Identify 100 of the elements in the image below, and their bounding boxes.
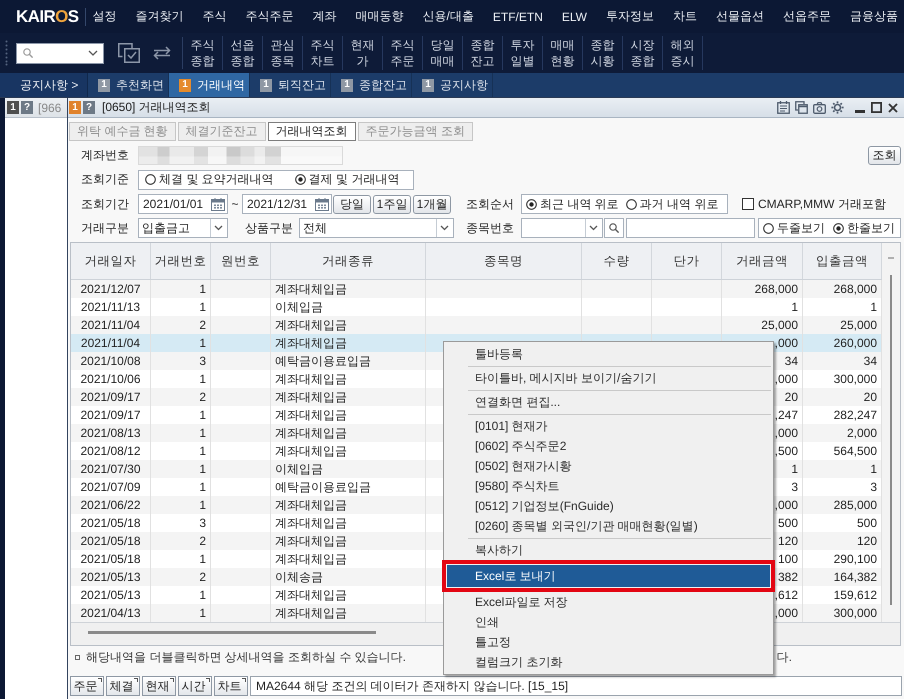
field-label: 계좌번호 [81,147,130,164]
table-cell: 2021/04/13 [80,606,141,620]
number-badge: 1 [341,78,353,92]
number-badge: 1 [69,101,81,114]
table-cell: ,000 [774,336,798,350]
table-cell: 3 [791,480,798,494]
range-separator: ~ [230,197,240,211]
table-cell: 1 [199,498,206,512]
table-cell: 이체송금 [275,568,323,586]
table-cell: 2021/08/13 [80,426,141,440]
table-cell: 1 [791,300,798,314]
column-header: 입출금액 [816,252,868,270]
table-cell: 2021/07/30 [80,462,141,476]
table-cell: 계좌대체입금 [275,532,347,550]
table-cell: 120 [778,534,798,548]
table-cell: 2 [199,570,206,584]
table-cell: 2021/05/18 [80,516,141,530]
table-cell: 계좌대체입금 [275,388,347,406]
table-cell: 2021/05/18 [80,552,141,566]
table-cell: 1 [791,462,798,476]
table-cell: 282,247 [834,408,877,422]
table-cell: 2021/11/04 [80,336,140,350]
column-header: 수량 [604,252,630,270]
table-cell: 20 [784,390,798,404]
table-cell: 1 [199,336,206,350]
table-cell: 2021/10/06 [80,372,141,386]
field-label: 종목번호 [466,220,515,236]
field-label: 조회기준 [81,171,130,188]
table-cell: 300,000 [834,372,877,386]
table-cell: 예탁금이용료입금 [275,352,371,370]
table-cell: 20 [864,390,877,404]
table-cell: 1 [199,282,206,296]
table-cell: 2021/11/13 [80,300,140,314]
table-cell: 2021/10/08 [80,354,141,368]
table-cell: 25,000 [761,318,798,332]
table-cell: 계좌대체입금 [275,442,347,460]
number-badge: 1 [98,78,110,92]
message-field: MA2644 해당 조건의 데이터가 존재하지 않습니다. [15_15] [250,676,902,696]
table-cell: 260,000 [834,336,877,350]
table-cell: ,000 [774,372,798,386]
window-title: [966 [38,100,62,114]
table-cell: 2021/05/13 [80,588,141,602]
table-cell: 예탁금이용료입금 [275,478,371,496]
table-cell: 500 [778,516,798,530]
table-cell: ,000 [774,606,798,620]
table-cell: 2 [199,534,206,548]
column-header: 단가 [674,252,700,270]
table-cell: 3 [199,354,206,368]
table-cell: 500 [856,516,877,530]
table-cell: ,000 [774,498,798,512]
table-cell: 268,000 [834,282,877,296]
table-cell: 2021/05/13 [80,570,141,584]
field-label: 상품구분 [245,220,294,236]
table-cell: 2021/09/17 [80,390,141,404]
table-cell: 계좌대체입금 [275,550,347,568]
table-cell: 2021/09/17 [80,408,141,422]
field-label: 거래구분 [81,220,130,236]
table-cell: 계좌대체입금 [275,514,347,532]
table-cell: 564,500 [834,444,877,458]
table-cell: 290,100 [834,552,877,566]
hint-text: 해당내역을 더블클릭하면 상세내역을 조회하실 수 있습니다. [86,648,406,666]
table-cell: 100 [778,552,798,566]
table-cell: ,500 [774,444,798,458]
table-cell: 1 [870,300,877,314]
table-cell: 2021/06/22 [80,498,141,512]
table-cell: 268,000 [754,282,798,296]
table-cell: 계좌대체입금 [275,424,347,442]
field-label: 조회순서 [466,196,515,212]
table-cell: 1 [199,408,206,422]
number-badge: 1 [7,101,19,114]
table-cell: 계좌대체입금 [275,406,347,424]
table-cell: 1 [199,372,206,386]
table-cell: 1 [199,300,206,314]
table-cell: 계좌대체입금 [275,316,347,334]
number-badge: 1 [422,78,434,92]
table-cell: 1 [199,444,206,458]
table-cell: 159,612 [834,588,877,602]
table-cell: 34 [784,354,798,368]
table-cell: 계좌대체입금 [275,586,347,604]
column-header: 거래종류 [322,252,374,270]
table-cell: 1 [199,588,206,602]
column-header: 거래일자 [84,252,136,270]
table-cell: 2021/08/12 [80,444,141,458]
table-cell: 1 [199,462,206,476]
table-cell: 2 [199,318,206,332]
table-cell: 285,000 [834,498,877,512]
column-header: 거래금액 [736,252,788,270]
column-header: 원번호 [221,252,260,270]
app-logo: KAIROS [16,6,79,26]
table-cell: 25,000 [840,318,877,332]
table-cell: 164,382 [834,570,877,584]
table-cell: 382 [778,570,798,584]
table-cell: 1 [199,606,206,620]
table-cell: ,000 [774,426,798,440]
table-cell: 이체입금 [275,460,323,478]
column-header: 종목명 [484,252,523,270]
table-cell: 2021/07/09 [80,480,141,494]
hint-text: 다. [776,648,792,666]
table-cell: 300,000 [834,606,877,620]
table-cell: 1 [870,462,877,476]
